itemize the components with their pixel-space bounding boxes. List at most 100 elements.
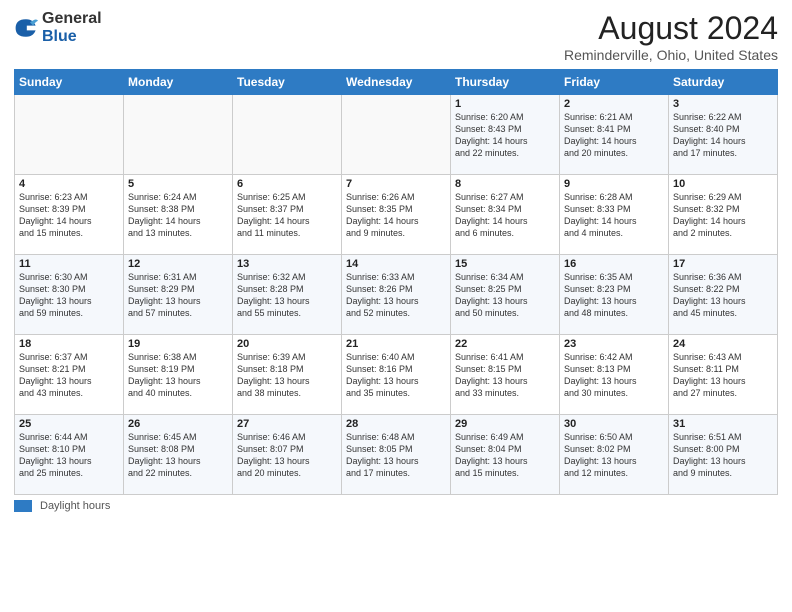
calendar-cell <box>342 95 451 175</box>
day-number: 24 <box>673 338 773 350</box>
calendar-cell: 9Sunrise: 6:28 AMSunset: 8:33 PMDaylight… <box>560 175 669 255</box>
calendar-cell: 19Sunrise: 6:38 AMSunset: 8:19 PMDayligh… <box>124 335 233 415</box>
day-info: Sunrise: 6:36 AMSunset: 8:22 PMDaylight:… <box>673 271 773 320</box>
day-number: 19 <box>128 338 228 350</box>
day-info: Sunrise: 6:37 AMSunset: 8:21 PMDaylight:… <box>19 351 119 400</box>
calendar-cell: 29Sunrise: 6:49 AMSunset: 8:04 PMDayligh… <box>451 415 560 495</box>
day-number: 3 <box>673 98 773 110</box>
day-info: Sunrise: 6:48 AMSunset: 8:05 PMDaylight:… <box>346 431 446 480</box>
month-year: August 2024 <box>564 10 778 47</box>
calendar-cell: 31Sunrise: 6:51 AMSunset: 8:00 PMDayligh… <box>669 415 778 495</box>
calendar-cell <box>233 95 342 175</box>
day-number: 14 <box>346 258 446 270</box>
day-number: 30 <box>564 418 664 430</box>
day-info: Sunrise: 6:40 AMSunset: 8:16 PMDaylight:… <box>346 351 446 400</box>
day-number: 23 <box>564 338 664 350</box>
logo: General Blue <box>14 10 102 45</box>
calendar-cell: 4Sunrise: 6:23 AMSunset: 8:39 PMDaylight… <box>15 175 124 255</box>
calendar-cell: 13Sunrise: 6:32 AMSunset: 8:28 PMDayligh… <box>233 255 342 335</box>
logo-text: General Blue <box>42 10 102 45</box>
calendar-cell: 12Sunrise: 6:31 AMSunset: 8:29 PMDayligh… <box>124 255 233 335</box>
legend-label: Daylight hours <box>40 500 110 512</box>
page-container: General Blue August 2024 Reminderville, … <box>0 0 792 612</box>
day-info: Sunrise: 6:39 AMSunset: 8:18 PMDaylight:… <box>237 351 337 400</box>
day-number: 13 <box>237 258 337 270</box>
calendar-cell: 21Sunrise: 6:40 AMSunset: 8:16 PMDayligh… <box>342 335 451 415</box>
day-number: 22 <box>455 338 555 350</box>
footer: Daylight hours <box>14 500 778 512</box>
calendar-cell: 24Sunrise: 6:43 AMSunset: 8:11 PMDayligh… <box>669 335 778 415</box>
day-info: Sunrise: 6:21 AMSunset: 8:41 PMDaylight:… <box>564 111 664 160</box>
day-number: 5 <box>128 178 228 190</box>
calendar-cell: 8Sunrise: 6:27 AMSunset: 8:34 PMDaylight… <box>451 175 560 255</box>
calendar-day-header: Thursday <box>451 70 560 95</box>
day-info: Sunrise: 6:26 AMSunset: 8:35 PMDaylight:… <box>346 191 446 240</box>
day-number: 17 <box>673 258 773 270</box>
day-number: 8 <box>455 178 555 190</box>
day-number: 11 <box>19 258 119 270</box>
day-number: 21 <box>346 338 446 350</box>
calendar-cell: 2Sunrise: 6:21 AMSunset: 8:41 PMDaylight… <box>560 95 669 175</box>
title-block: August 2024 Reminderville, Ohio, United … <box>564 10 778 63</box>
logo-general-text: General <box>42 10 102 27</box>
calendar-cell: 30Sunrise: 6:50 AMSunset: 8:02 PMDayligh… <box>560 415 669 495</box>
day-info: Sunrise: 6:31 AMSunset: 8:29 PMDaylight:… <box>128 271 228 320</box>
day-number: 28 <box>346 418 446 430</box>
calendar-cell: 22Sunrise: 6:41 AMSunset: 8:15 PMDayligh… <box>451 335 560 415</box>
location: Reminderville, Ohio, United States <box>564 47 778 63</box>
day-info: Sunrise: 6:35 AMSunset: 8:23 PMDaylight:… <box>564 271 664 320</box>
calendar-table: SundayMondayTuesdayWednesdayThursdayFrid… <box>14 69 778 495</box>
day-number: 26 <box>128 418 228 430</box>
calendar-cell: 27Sunrise: 6:46 AMSunset: 8:07 PMDayligh… <box>233 415 342 495</box>
day-number: 9 <box>564 178 664 190</box>
day-number: 7 <box>346 178 446 190</box>
calendar-cell <box>15 95 124 175</box>
calendar-cell: 20Sunrise: 6:39 AMSunset: 8:18 PMDayligh… <box>233 335 342 415</box>
calendar-cell: 18Sunrise: 6:37 AMSunset: 8:21 PMDayligh… <box>15 335 124 415</box>
day-info: Sunrise: 6:44 AMSunset: 8:10 PMDaylight:… <box>19 431 119 480</box>
day-info: Sunrise: 6:50 AMSunset: 8:02 PMDaylight:… <box>564 431 664 480</box>
calendar-week-row: 11Sunrise: 6:30 AMSunset: 8:30 PMDayligh… <box>15 255 778 335</box>
day-info: Sunrise: 6:45 AMSunset: 8:08 PMDaylight:… <box>128 431 228 480</box>
calendar-cell: 15Sunrise: 6:34 AMSunset: 8:25 PMDayligh… <box>451 255 560 335</box>
day-number: 18 <box>19 338 119 350</box>
day-number: 29 <box>455 418 555 430</box>
calendar-day-header: Saturday <box>669 70 778 95</box>
day-info: Sunrise: 6:34 AMSunset: 8:25 PMDaylight:… <box>455 271 555 320</box>
day-number: 25 <box>19 418 119 430</box>
calendar-day-header: Monday <box>124 70 233 95</box>
calendar-cell: 11Sunrise: 6:30 AMSunset: 8:30 PMDayligh… <box>15 255 124 335</box>
calendar-cell: 1Sunrise: 6:20 AMSunset: 8:43 PMDaylight… <box>451 95 560 175</box>
day-info: Sunrise: 6:29 AMSunset: 8:32 PMDaylight:… <box>673 191 773 240</box>
day-info: Sunrise: 6:46 AMSunset: 8:07 PMDaylight:… <box>237 431 337 480</box>
day-info: Sunrise: 6:51 AMSunset: 8:00 PMDaylight:… <box>673 431 773 480</box>
day-number: 16 <box>564 258 664 270</box>
day-info: Sunrise: 6:20 AMSunset: 8:43 PMDaylight:… <box>455 111 555 160</box>
day-number: 20 <box>237 338 337 350</box>
calendar-cell: 26Sunrise: 6:45 AMSunset: 8:08 PMDayligh… <box>124 415 233 495</box>
legend-color-box <box>14 500 32 512</box>
day-number: 31 <box>673 418 773 430</box>
logo-blue-text: Blue <box>42 28 77 45</box>
calendar-week-row: 4Sunrise: 6:23 AMSunset: 8:39 PMDaylight… <box>15 175 778 255</box>
calendar-week-row: 1Sunrise: 6:20 AMSunset: 8:43 PMDaylight… <box>15 95 778 175</box>
calendar-week-row: 25Sunrise: 6:44 AMSunset: 8:10 PMDayligh… <box>15 415 778 495</box>
day-number: 15 <box>455 258 555 270</box>
calendar-cell: 3Sunrise: 6:22 AMSunset: 8:40 PMDaylight… <box>669 95 778 175</box>
calendar-cell: 6Sunrise: 6:25 AMSunset: 8:37 PMDaylight… <box>233 175 342 255</box>
calendar-cell: 14Sunrise: 6:33 AMSunset: 8:26 PMDayligh… <box>342 255 451 335</box>
day-number: 2 <box>564 98 664 110</box>
calendar-cell <box>124 95 233 175</box>
day-info: Sunrise: 6:38 AMSunset: 8:19 PMDaylight:… <box>128 351 228 400</box>
day-info: Sunrise: 6:42 AMSunset: 8:13 PMDaylight:… <box>564 351 664 400</box>
day-number: 4 <box>19 178 119 190</box>
calendar-cell: 17Sunrise: 6:36 AMSunset: 8:22 PMDayligh… <box>669 255 778 335</box>
calendar-cell: 23Sunrise: 6:42 AMSunset: 8:13 PMDayligh… <box>560 335 669 415</box>
day-info: Sunrise: 6:23 AMSunset: 8:39 PMDaylight:… <box>19 191 119 240</box>
day-info: Sunrise: 6:41 AMSunset: 8:15 PMDaylight:… <box>455 351 555 400</box>
calendar-cell: 10Sunrise: 6:29 AMSunset: 8:32 PMDayligh… <box>669 175 778 255</box>
day-info: Sunrise: 6:25 AMSunset: 8:37 PMDaylight:… <box>237 191 337 240</box>
day-info: Sunrise: 6:49 AMSunset: 8:04 PMDaylight:… <box>455 431 555 480</box>
day-number: 12 <box>128 258 228 270</box>
calendar-day-header: Sunday <box>15 70 124 95</box>
